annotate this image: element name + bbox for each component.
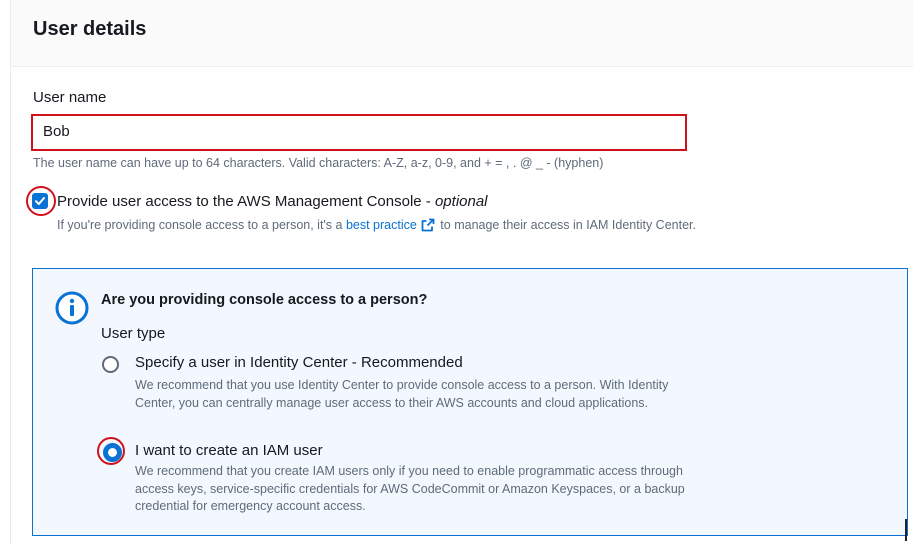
radio-iam-user[interactable] [103,443,122,462]
info-title: Are you providing console access to a pe… [101,292,428,308]
option-identity-center-desc: We recommend that you use Identity Cente… [135,378,669,410]
external-link-icon[interactable] [421,218,435,237]
text-cursor [905,519,907,541]
console-access-label[interactable]: Provide user access to the AWS Managemen… [57,193,488,210]
best-practice-link[interactable]: best practice [346,218,417,232]
option-iam-user-desc: We recommend that you create IAM users o… [135,464,685,513]
info-icon [55,291,89,330]
user-name-highlight [31,114,687,151]
panel-header: User details [11,0,913,67]
radio-identity-center[interactable] [102,356,119,373]
user-type-label: User type [101,325,166,342]
user-name-input[interactable] [35,118,683,145]
console-access-description: If you're providing console access to a … [57,216,697,237]
user-name-hint: The user name can have up to 64 characte… [33,156,604,170]
console-access-label-text: Provide user access to the AWS Managemen… [57,193,435,210]
user-details-panel: User details User name The user name can… [10,0,913,544]
panel-title: User details [33,18,147,40]
optional-tag: optional [434,193,488,210]
console-access-checkbox[interactable] [32,193,48,209]
info-box: Are you providing console access to a pe… [32,268,908,536]
console-desc-text: If you're providing console access to a … [57,218,346,232]
user-name-label: User name [33,89,107,106]
console-desc-text-end: to manage their access in IAM Identity C… [436,218,696,232]
option-iam-user-label[interactable]: I want to create an IAM user [135,442,323,459]
option-identity-center-label[interactable]: Specify a user in Identity Center - Reco… [135,354,463,371]
checkmark-icon [35,197,45,205]
